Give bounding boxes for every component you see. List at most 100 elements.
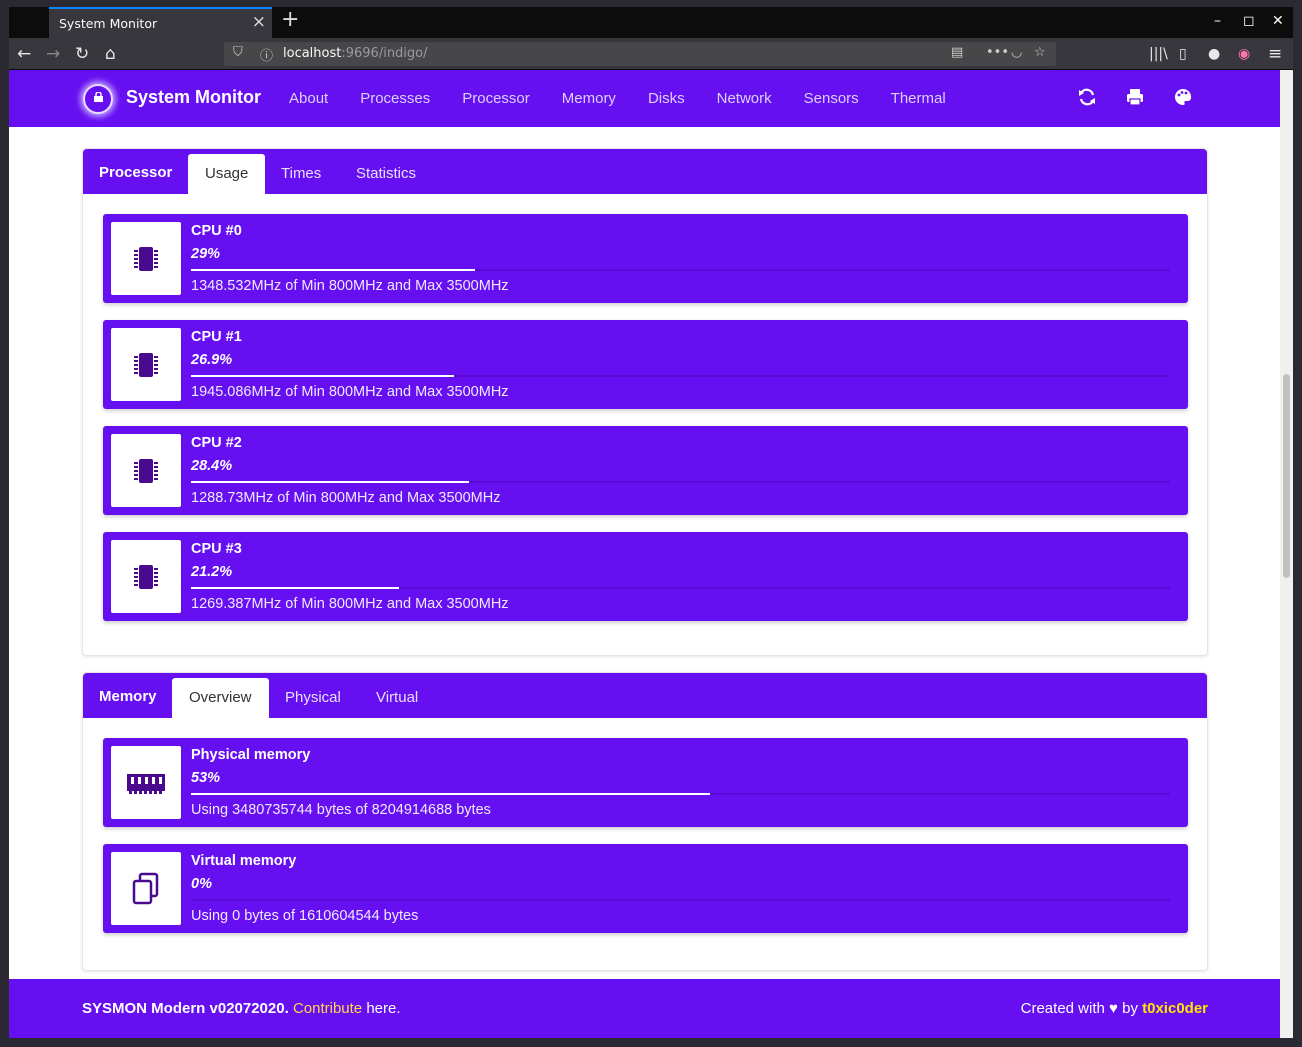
ram-icon bbox=[111, 746, 181, 819]
browser-tab[interactable]: System Monitor × bbox=[49, 7, 272, 38]
memory-card: Physical memory 53% Using 3480735744 bytes… bbox=[103, 738, 1188, 827]
cpu-chip-icon bbox=[111, 540, 181, 613]
memory-percent: 0% bbox=[191, 876, 212, 892]
processor-panel-title: Processor bbox=[99, 164, 173, 181]
cpu-detail: 1945.086MHz of Min 800MHz and Max 3500MH… bbox=[191, 384, 509, 400]
contribute-link[interactable]: Contribute bbox=[293, 1000, 362, 1017]
memory-card: Virtual memory 0% Using 0 bytes of 1610604… bbox=[103, 844, 1188, 933]
cpu-progress-track bbox=[191, 587, 1170, 589]
tab-usage[interactable]: Usage bbox=[188, 154, 266, 194]
shield-icon[interactable]: ⛉ bbox=[233, 45, 243, 60]
nav-sensors[interactable]: Sensors bbox=[804, 90, 859, 107]
nav-disks[interactable]: Disks bbox=[648, 90, 685, 107]
menu-icon[interactable]: ≡ bbox=[1268, 44, 1282, 64]
memory-progress-fill bbox=[191, 793, 710, 795]
minimize-icon[interactable]: – bbox=[1214, 13, 1221, 29]
more-actions-icon[interactable]: ••• bbox=[986, 45, 1009, 60]
memory-panel-title: Memory bbox=[99, 688, 157, 705]
cpu-progress-fill bbox=[191, 269, 475, 271]
cpu-detail: 1269.387MHz of Min 800MHz and Max 3500MH… bbox=[191, 596, 509, 612]
reader-view-icon[interactable]: ▤ bbox=[951, 45, 963, 60]
nav-processor[interactable]: Processor bbox=[462, 90, 530, 107]
copy-icon bbox=[111, 852, 181, 925]
browser-window: System Monitor × + – ◻ ✕ ← → ↻ ⌂ ⛉ ⓘ loc… bbox=[9, 7, 1293, 1038]
memory-progress-track bbox=[191, 899, 1170, 901]
author-link[interactable]: t0xic0der bbox=[1142, 1000, 1208, 1017]
cpu-chip-icon bbox=[111, 434, 181, 507]
app-navbar: System Monitor About Processes Processor… bbox=[9, 70, 1280, 127]
tab-physical[interactable]: Physical bbox=[268, 678, 358, 718]
tab-overview[interactable]: Overview bbox=[172, 678, 269, 718]
pocket-icon[interactable]: ◡ bbox=[1011, 45, 1022, 60]
footer-by: by bbox=[1122, 1000, 1138, 1017]
nav-about[interactable]: About bbox=[289, 90, 328, 107]
sidebar-icon[interactable]: ▯ bbox=[1179, 46, 1187, 62]
home-icon[interactable]: ⌂ bbox=[105, 44, 116, 64]
cpu-percent: 29% bbox=[191, 246, 221, 262]
app-brand[interactable]: System Monitor bbox=[126, 87, 261, 108]
memory-progress-track bbox=[191, 793, 1170, 795]
footer-product: SYSMON Modern v02072020. bbox=[82, 1000, 289, 1017]
nav-memory[interactable]: Memory bbox=[562, 90, 616, 107]
footer-here[interactable]: here. bbox=[366, 1000, 400, 1017]
bookmark-star-icon[interactable]: ☆ bbox=[1034, 45, 1046, 60]
processor-panel: Processor Usage Times Statistics CPU #0 2… bbox=[82, 148, 1208, 656]
footer-right: Created with ♥ by t0xic0der bbox=[1021, 1000, 1208, 1017]
back-icon[interactable]: ← bbox=[17, 44, 31, 64]
cpu-progress-track bbox=[191, 481, 1170, 483]
memory-panel-header: Memory Overview Physical Virtual bbox=[83, 673, 1207, 718]
info-icon[interactable]: ⓘ bbox=[260, 45, 273, 64]
maximize-icon[interactable]: ◻ bbox=[1243, 13, 1255, 29]
page-scrollbar[interactable] bbox=[1280, 70, 1293, 1038]
cpu-progress-fill bbox=[191, 481, 470, 483]
memory-panel: Memory Overview Physical Virtual Physica… bbox=[82, 672, 1208, 971]
top-nav: About Processes Processor Memory Disks N… bbox=[289, 90, 978, 107]
lock-logo-icon[interactable] bbox=[83, 84, 113, 114]
tab-statistics[interactable]: Statistics bbox=[339, 154, 433, 194]
cpu-percent: 26.9% bbox=[191, 352, 233, 368]
cpu-progress-fill bbox=[191, 375, 455, 377]
url-text[interactable]: localhost:9696/indigo/ bbox=[283, 46, 428, 61]
tab-times[interactable]: Times bbox=[264, 154, 338, 194]
browser-toolbar: ← → ↻ ⌂ ⛉ ⓘ localhost:9696/indigo/ ▤ •••… bbox=[9, 38, 1293, 70]
heart-icon: ♥ bbox=[1109, 1000, 1118, 1017]
cpu-detail: 1348.532MHz of Min 800MHz and Max 3500MH… bbox=[191, 278, 509, 294]
url-bar[interactable]: ⛉ ⓘ localhost:9696/indigo/ ▤ ••• ◡ ☆ bbox=[224, 42, 1056, 66]
cpu-card: CPU #0 29% 1348.532MHz of Min 800MHz and M… bbox=[103, 214, 1188, 303]
extension-icon[interactable]: ◉ bbox=[1238, 46, 1250, 62]
cpu-progress-fill bbox=[191, 587, 399, 589]
memory-detail: Using 3480735744 bytes of 8204914688 byt… bbox=[191, 802, 491, 818]
cpu-chip-icon bbox=[111, 328, 181, 401]
url-path: :9696/indigo/ bbox=[341, 46, 428, 61]
reload-icon[interactable]: ↻ bbox=[75, 44, 89, 64]
cpu-chip-icon bbox=[111, 222, 181, 295]
memory-percent: 53% bbox=[191, 770, 221, 786]
memory-detail: Using 0 bytes of 1610604544 bytes bbox=[191, 908, 419, 924]
footer-left: SYSMON Modern v02072020. Contribute here… bbox=[82, 1000, 401, 1017]
palette-icon[interactable] bbox=[1173, 87, 1193, 107]
scrollbar-thumb[interactable] bbox=[1283, 374, 1290, 578]
tab-close-icon[interactable]: × bbox=[252, 12, 266, 32]
cpu-name: CPU #3 bbox=[191, 541, 242, 557]
memory-name: Virtual memory bbox=[191, 853, 297, 869]
cpu-card: CPU #3 21.2% 1269.387MHz of Min 800MHz and… bbox=[103, 532, 1188, 621]
print-icon[interactable] bbox=[1125, 87, 1145, 107]
tab-virtual[interactable]: Virtual bbox=[359, 678, 435, 718]
cpu-percent: 28.4% bbox=[191, 458, 233, 474]
cpu-percent: 21.2% bbox=[191, 564, 233, 580]
refresh-icon[interactable] bbox=[1077, 87, 1097, 107]
new-tab-icon[interactable]: + bbox=[281, 7, 299, 32]
footer: SYSMON Modern v02072020. Contribute here… bbox=[9, 979, 1280, 1038]
window-close-icon[interactable]: ✕ bbox=[1272, 13, 1284, 29]
browser-tab-title: System Monitor bbox=[59, 16, 158, 31]
cpu-progress-track bbox=[191, 269, 1170, 271]
cpu-name: CPU #2 bbox=[191, 435, 242, 451]
account-icon[interactable]: ● bbox=[1208, 46, 1220, 62]
library-icon[interactable]: |||\ bbox=[1149, 46, 1168, 62]
nav-thermal[interactable]: Thermal bbox=[891, 90, 946, 107]
forward-icon[interactable]: → bbox=[46, 44, 60, 64]
nav-processes[interactable]: Processes bbox=[360, 90, 430, 107]
nav-network[interactable]: Network bbox=[717, 90, 772, 107]
cpu-card: CPU #1 26.9% 1945.086MHz of Min 800MHz and… bbox=[103, 320, 1188, 409]
cpu-name: CPU #1 bbox=[191, 329, 242, 345]
